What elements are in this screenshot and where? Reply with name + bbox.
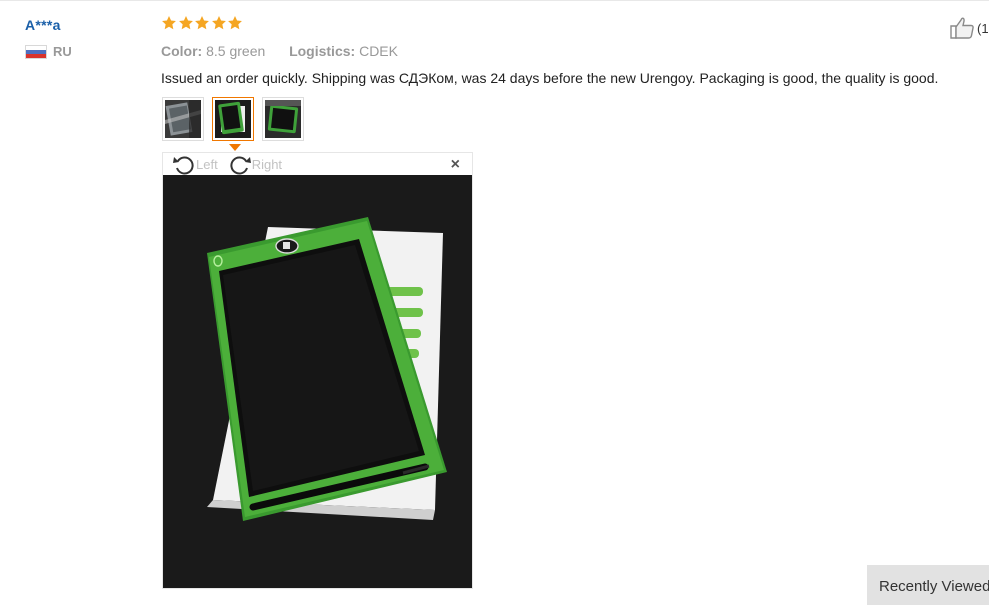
star-icon — [195, 16, 209, 30]
review-thumbnail-2[interactable] — [212, 97, 254, 141]
review-thumbnail-1[interactable] — [162, 97, 204, 141]
star-icon — [228, 16, 242, 30]
review-thumbnail-image — [265, 100, 301, 138]
rotate-right-label: Right — [251, 156, 283, 172]
order-meta: Color: 8.5 green Logistics: CDEK — [161, 43, 398, 59]
rotate-left-label: Left — [196, 156, 218, 172]
helpful-button[interactable]: (1 — [949, 16, 989, 40]
rotate-right-icon — [230, 156, 251, 175]
rotate-left-icon — [173, 156, 194, 175]
review-thumbnail-image — [165, 100, 201, 138]
country-code: RU — [53, 44, 72, 59]
helpful-count: (1 — [977, 20, 989, 36]
review-text: Issued an order quickly. Shipping was СД… — [161, 70, 939, 86]
top-divider — [0, 0, 989, 1]
review-thumbnail-image — [215, 100, 251, 138]
logistics-label: Logistics: — [289, 43, 356, 59]
reviewer-country: RU — [25, 44, 72, 59]
close-icon[interactable]: × — [451, 157, 460, 173]
recently-viewed-tab[interactable]: Recently Viewed — [867, 565, 989, 605]
russia-flag-icon — [25, 44, 47, 59]
color-label: Color: — [161, 43, 203, 59]
active-thumbnail-pointer — [229, 144, 241, 151]
reviewer-info: A***a RU — [25, 17, 72, 59]
star-icon — [178, 16, 193, 30]
reviewer-name[interactable]: A***a — [25, 17, 72, 33]
review-thumbnail-3[interactable] — [262, 97, 304, 141]
logistics-value: CDEK — [359, 43, 398, 59]
photo-viewer-toolbar: Left Right × — [163, 153, 472, 175]
rotate-left-button[interactable]: Left — [172, 153, 218, 175]
review-photo-large — [163, 175, 472, 588]
rotate-right-button[interactable]: Right — [228, 153, 282, 175]
star-icon — [211, 16, 226, 30]
color-value: 8.5 green — [206, 43, 266, 59]
photo-viewer: Left Right × — [162, 152, 473, 589]
thumbs-up-icon — [950, 17, 974, 39]
star-icon — [162, 16, 176, 30]
star-rating — [161, 15, 244, 31]
review-thumbnails — [162, 97, 312, 141]
